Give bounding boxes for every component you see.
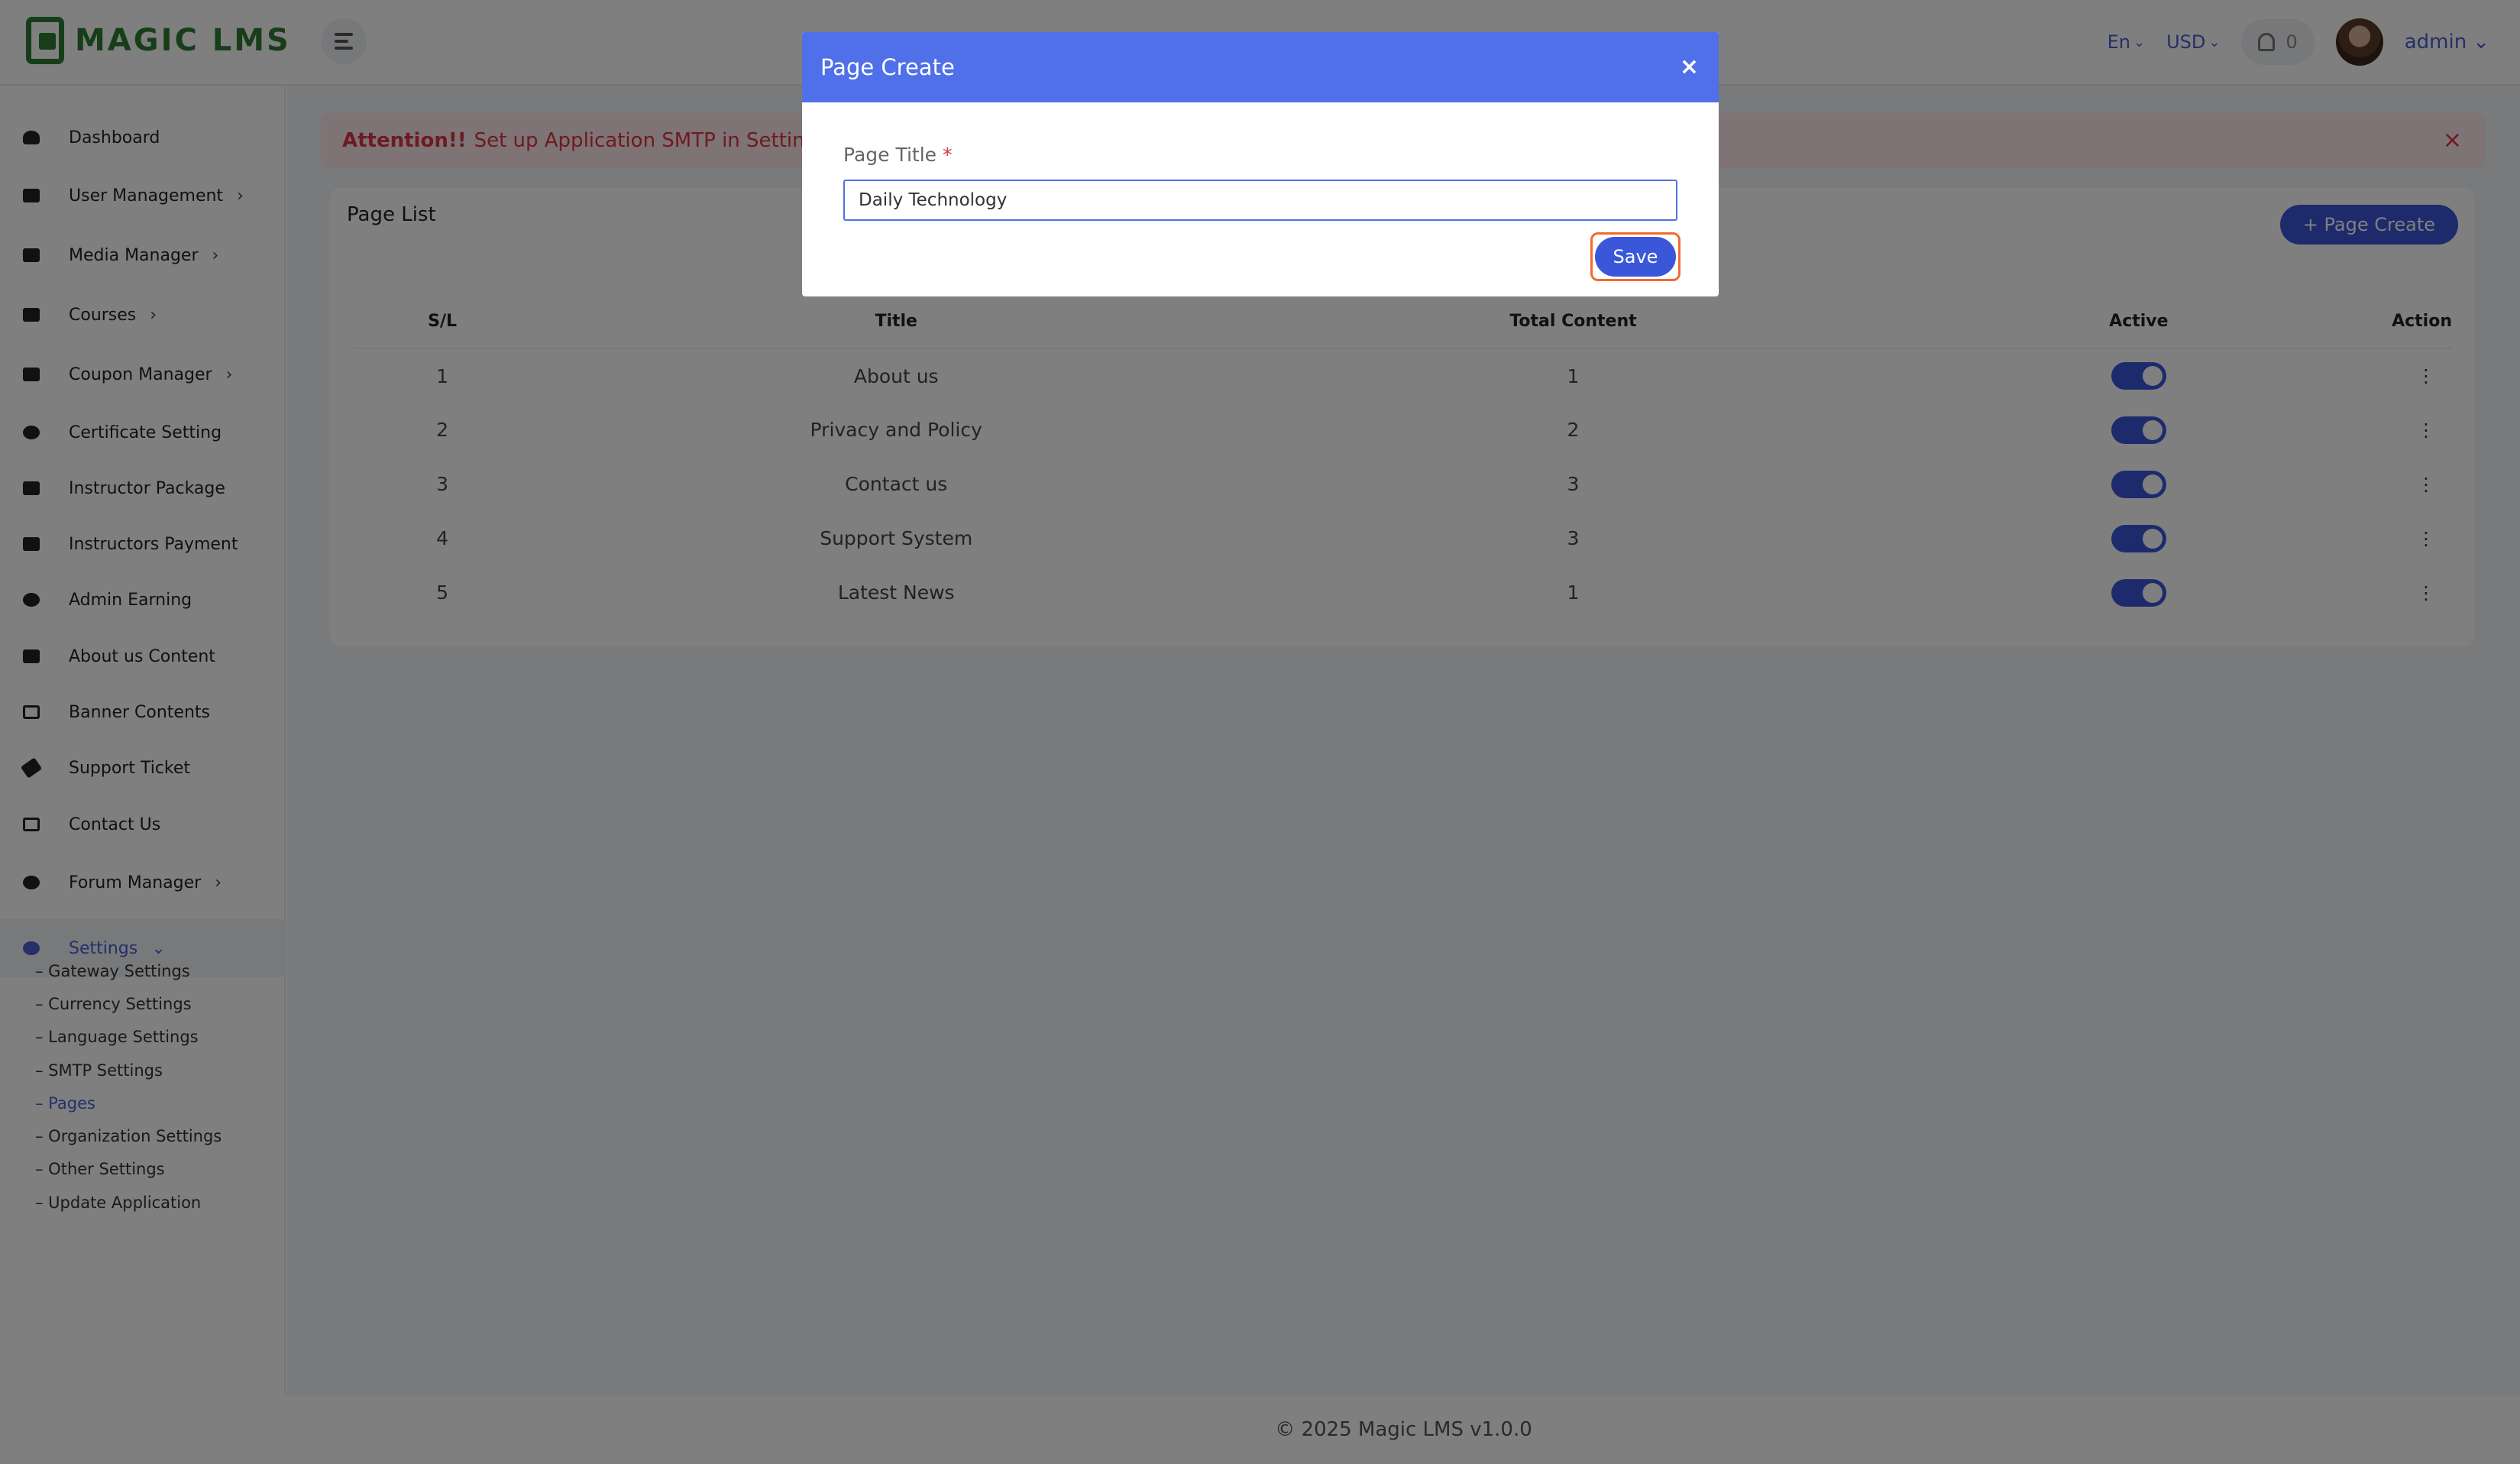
- save-button[interactable]: Save: [1595, 237, 1676, 277]
- page-title-input[interactable]: [843, 180, 1677, 221]
- field-label-text: Page Title: [843, 144, 937, 166]
- modal-title: Page Create: [820, 54, 955, 80]
- page-create-modal: Page Create × Page Title * Save: [802, 32, 1719, 296]
- close-icon[interactable]: ×: [1680, 53, 1699, 80]
- modal-header: Page Create ×: [802, 32, 1719, 102]
- page-title-label: Page Title *: [843, 144, 953, 166]
- save-highlight: Save: [1590, 232, 1681, 281]
- required-mark: *: [943, 144, 953, 166]
